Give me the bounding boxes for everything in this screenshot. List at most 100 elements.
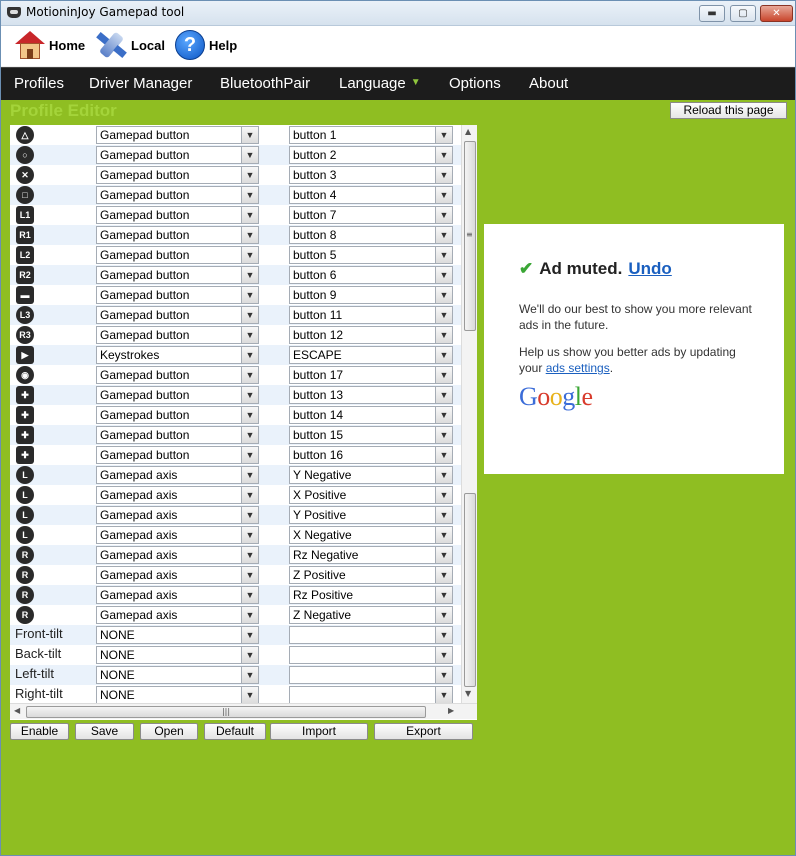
nav-language[interactable]: Language ▼ — [339, 75, 421, 92]
enable-button[interactable]: Enable — [10, 723, 69, 740]
dropdown-arrow-icon[interactable]: ▼ — [435, 547, 452, 563]
nav-options[interactable]: Options — [449, 75, 501, 92]
mapping-target-select[interactable]: button 14 ▼ — [289, 406, 453, 424]
dropdown-arrow-icon[interactable]: ▼ — [435, 627, 452, 643]
dropdown-arrow-icon[interactable]: ▼ — [241, 687, 258, 703]
local-button[interactable]: Local — [96, 28, 165, 62]
dropdown-arrow-icon[interactable]: ▼ — [241, 247, 258, 263]
scroll-thumb-bottom[interactable] — [464, 493, 476, 687]
dropdown-arrow-icon[interactable]: ▼ — [435, 147, 452, 163]
nav-about[interactable]: About — [529, 75, 568, 92]
import-button[interactable]: Import — [270, 723, 368, 740]
mapping-type-select[interactable]: NONE ▼ — [96, 626, 259, 644]
dropdown-arrow-icon[interactable]: ▼ — [435, 567, 452, 583]
mapping-target-select[interactable]: button 2 ▼ — [289, 146, 453, 164]
dropdown-arrow-icon[interactable]: ▼ — [241, 307, 258, 323]
mapping-type-select[interactable]: Keystrokes ▼ — [96, 346, 259, 364]
dropdown-arrow-icon[interactable]: ▼ — [435, 587, 452, 603]
dropdown-arrow-icon[interactable]: ▼ — [241, 287, 258, 303]
dropdown-arrow-icon[interactable]: ▼ — [435, 667, 452, 683]
mapping-target-select[interactable]: button 8 ▼ — [289, 226, 453, 244]
mapping-target-select[interactable]: button 1 ▼ — [289, 126, 453, 144]
mapping-target-select[interactable]: X Positive ▼ — [289, 486, 453, 504]
mapping-type-select[interactable]: NONE ▼ — [96, 646, 259, 664]
mapping-type-select[interactable]: Gamepad axis ▼ — [96, 546, 259, 564]
mapping-type-select[interactable]: Gamepad axis ▼ — [96, 586, 259, 604]
mapping-target-select[interactable]: button 3 ▼ — [289, 166, 453, 184]
scroll-left-arrow-icon[interactable]: ◀ — [14, 706, 20, 715]
mapping-type-select[interactable]: Gamepad button ▼ — [96, 306, 259, 324]
mapping-type-select[interactable]: Gamepad axis ▼ — [96, 566, 259, 584]
dropdown-arrow-icon[interactable]: ▼ — [241, 407, 258, 423]
scroll-right-arrow-icon[interactable]: ▶ — [448, 706, 454, 715]
dropdown-arrow-icon[interactable]: ▼ — [241, 607, 258, 623]
dropdown-arrow-icon[interactable]: ▼ — [241, 627, 258, 643]
horizontal-scrollbar[interactable]: ◀ ||| ▶ — [10, 703, 477, 719]
mapping-type-select[interactable]: Gamepad button ▼ — [96, 386, 259, 404]
mapping-type-select[interactable]: Gamepad button ▼ — [96, 246, 259, 264]
mapping-target-select[interactable]: Y Negative ▼ — [289, 466, 453, 484]
dropdown-arrow-icon[interactable]: ▼ — [435, 267, 452, 283]
dropdown-arrow-icon[interactable]: ▼ — [435, 507, 452, 523]
mapping-type-select[interactable]: Gamepad axis ▼ — [96, 606, 259, 624]
mapping-type-select[interactable]: Gamepad axis ▼ — [96, 506, 259, 524]
dropdown-arrow-icon[interactable]: ▼ — [241, 507, 258, 523]
mapping-type-select[interactable]: Gamepad button ▼ — [96, 126, 259, 144]
mapping-target-select[interactable]: button 11 ▼ — [289, 306, 453, 324]
mapping-type-select[interactable]: Gamepad button ▼ — [96, 266, 259, 284]
mapping-target-select[interactable]: ▼ — [289, 686, 453, 703]
dropdown-arrow-icon[interactable]: ▼ — [241, 187, 258, 203]
mapping-target-select[interactable]: button 16 ▼ — [289, 446, 453, 464]
dropdown-arrow-icon[interactable]: ▼ — [241, 387, 258, 403]
mapping-type-select[interactable]: Gamepad button ▼ — [96, 366, 259, 384]
mapping-type-select[interactable]: Gamepad button ▼ — [96, 446, 259, 464]
mapping-type-select[interactable]: Gamepad button ▼ — [96, 186, 259, 204]
mapping-target-select[interactable]: button 17 ▼ — [289, 366, 453, 384]
scroll-up-arrow-icon[interactable]: ▲ — [465, 127, 471, 136]
dropdown-arrow-icon[interactable]: ▼ — [241, 567, 258, 583]
export-button[interactable]: Export — [374, 723, 473, 740]
mapping-target-select[interactable]: button 5 ▼ — [289, 246, 453, 264]
scroll-down-arrow-icon[interactable]: ▼ — [465, 689, 471, 698]
dropdown-arrow-icon[interactable]: ▼ — [241, 207, 258, 223]
mapping-type-select[interactable]: Gamepad button ▼ — [96, 166, 259, 184]
mapping-type-select[interactable]: Gamepad button ▼ — [96, 426, 259, 444]
mapping-target-select[interactable]: button 9 ▼ — [289, 286, 453, 304]
dropdown-arrow-icon[interactable]: ▼ — [435, 127, 452, 143]
dropdown-arrow-icon[interactable]: ▼ — [241, 127, 258, 143]
dropdown-arrow-icon[interactable]: ▼ — [435, 347, 452, 363]
dropdown-arrow-icon[interactable]: ▼ — [435, 287, 452, 303]
mapping-target-select[interactable]: button 12 ▼ — [289, 326, 453, 344]
dropdown-arrow-icon[interactable]: ▼ — [435, 387, 452, 403]
default-button[interactable]: Default — [204, 723, 266, 740]
dropdown-arrow-icon[interactable]: ▼ — [435, 167, 452, 183]
mapping-target-select[interactable]: Z Negative ▼ — [289, 606, 453, 624]
mapping-type-select[interactable]: Gamepad button ▼ — [96, 226, 259, 244]
maximize-button[interactable]: ▢ — [730, 5, 756, 22]
mapping-type-select[interactable]: NONE ▼ — [96, 666, 259, 684]
dropdown-arrow-icon[interactable]: ▼ — [241, 347, 258, 363]
mapping-target-select[interactable]: ▼ — [289, 646, 453, 664]
dropdown-arrow-icon[interactable]: ▼ — [435, 227, 452, 243]
dropdown-arrow-icon[interactable]: ▼ — [241, 527, 258, 543]
close-button[interactable]: ✕ — [760, 5, 793, 22]
dropdown-arrow-icon[interactable]: ▼ — [241, 167, 258, 183]
dropdown-arrow-icon[interactable]: ▼ — [435, 207, 452, 223]
dropdown-arrow-icon[interactable]: ▼ — [241, 367, 258, 383]
mapping-target-select[interactable]: Rz Positive ▼ — [289, 586, 453, 604]
mapping-target-select[interactable]: button 7 ▼ — [289, 206, 453, 224]
nav-profiles[interactable]: Profiles — [14, 75, 64, 92]
mapping-type-select[interactable]: Gamepad axis ▼ — [96, 526, 259, 544]
dropdown-arrow-icon[interactable]: ▼ — [435, 647, 452, 663]
help-button[interactable]: ? Help — [175, 28, 237, 62]
dropdown-arrow-icon[interactable]: ▼ — [241, 487, 258, 503]
mapping-type-select[interactable]: Gamepad button ▼ — [96, 406, 259, 424]
dropdown-arrow-icon[interactable]: ▼ — [241, 587, 258, 603]
dropdown-arrow-icon[interactable]: ▼ — [241, 547, 258, 563]
mapping-type-select[interactable]: Gamepad axis ▼ — [96, 486, 259, 504]
mapping-target-select[interactable]: Z Positive ▼ — [289, 566, 453, 584]
mapping-target-select[interactable]: X Negative ▼ — [289, 526, 453, 544]
nav-driver-manager[interactable]: Driver Manager — [89, 75, 192, 92]
dropdown-arrow-icon[interactable]: ▼ — [435, 467, 452, 483]
dropdown-arrow-icon[interactable]: ▼ — [435, 447, 452, 463]
